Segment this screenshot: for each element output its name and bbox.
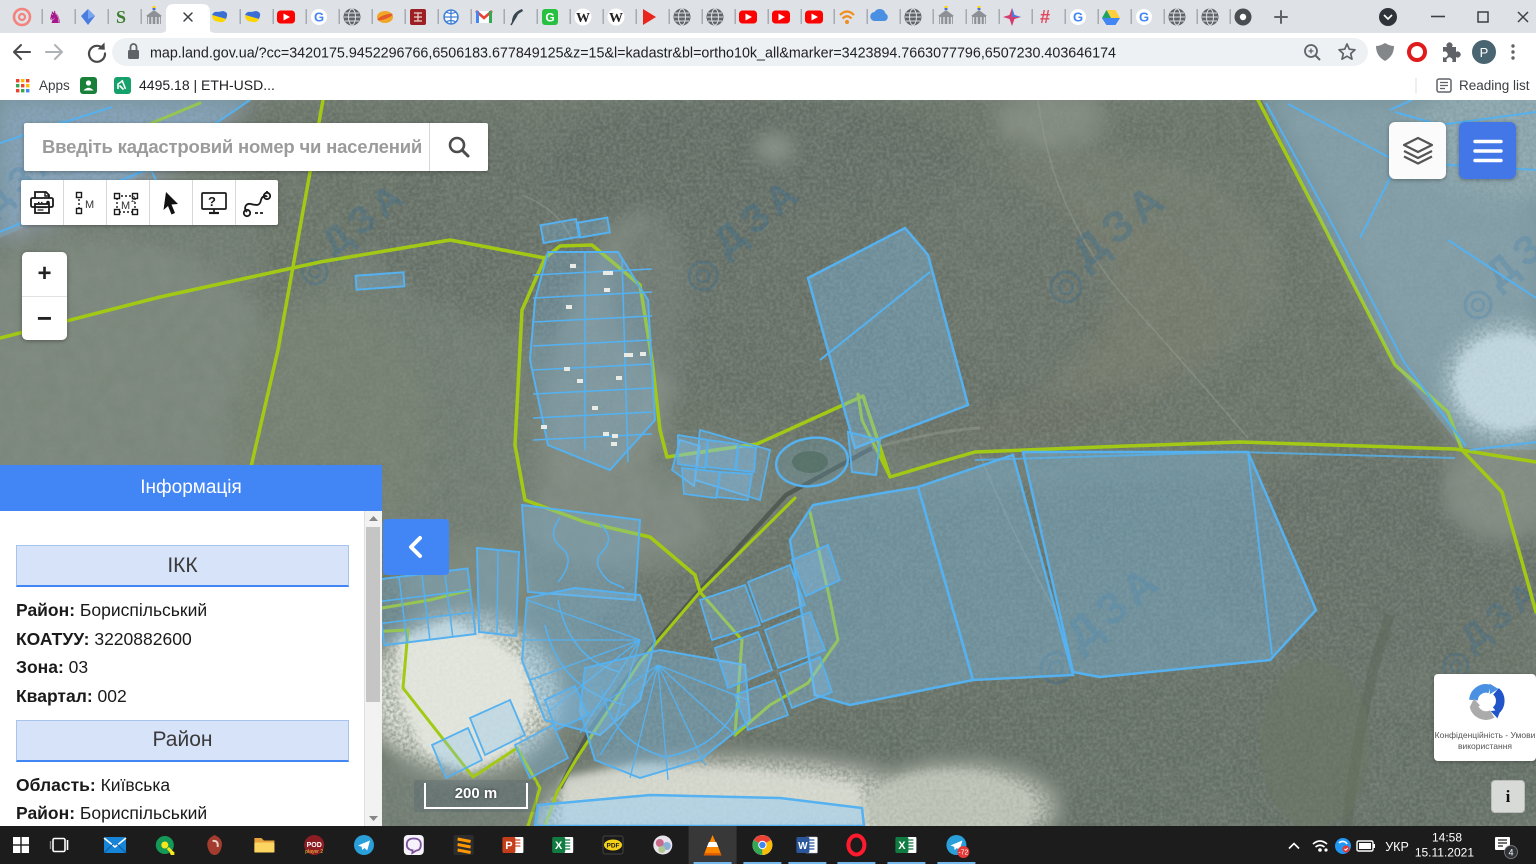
svg-text:G: G [314, 10, 324, 25]
svg-text:player 2: player 2 [305, 849, 323, 855]
svg-text:15.11.2021: 15.11.2021 [1415, 846, 1474, 860]
svg-text:W: W [576, 11, 590, 26]
svg-text:-72: -72 [958, 850, 968, 857]
svg-text:X: X [898, 840, 906, 852]
svg-text:W: W [609, 11, 623, 26]
svg-text:Apps: Apps [39, 78, 70, 93]
svg-text:M: M [121, 200, 130, 212]
svg-text:2: 2 [131, 195, 136, 204]
svg-text:G: G [545, 11, 554, 25]
svg-text:УКР: УКР [1385, 840, 1409, 854]
svg-text:G: G [1139, 10, 1149, 25]
svg-text:POD: POD [307, 842, 322, 849]
svg-text:4495.18 | ETH-USD...: 4495.18 | ETH-USD... [139, 77, 275, 93]
svg-text:Reading list: Reading list [1459, 78, 1530, 93]
svg-text:X: X [555, 840, 563, 852]
svg-text:14:58: 14:58 [1432, 831, 1462, 845]
svg-text:♞: ♞ [47, 8, 62, 27]
svg-text:4: 4 [1508, 848, 1513, 858]
svg-text:PDF: PDF [607, 843, 620, 850]
svg-text:?: ? [208, 194, 216, 209]
svg-text:G: G [1073, 10, 1083, 25]
svg-text:S: S [116, 7, 126, 27]
svg-text:W: W [798, 841, 808, 852]
svg-text:P: P [505, 840, 512, 852]
svg-text:#: # [1040, 7, 1050, 27]
svg-text:map.land.gov.ua/?cc=3420175.94: map.land.gov.ua/?cc=3420175.9452296766,6… [150, 46, 1116, 62]
svg-text:M: M [85, 199, 94, 211]
svg-text:P: P [1480, 45, 1489, 60]
